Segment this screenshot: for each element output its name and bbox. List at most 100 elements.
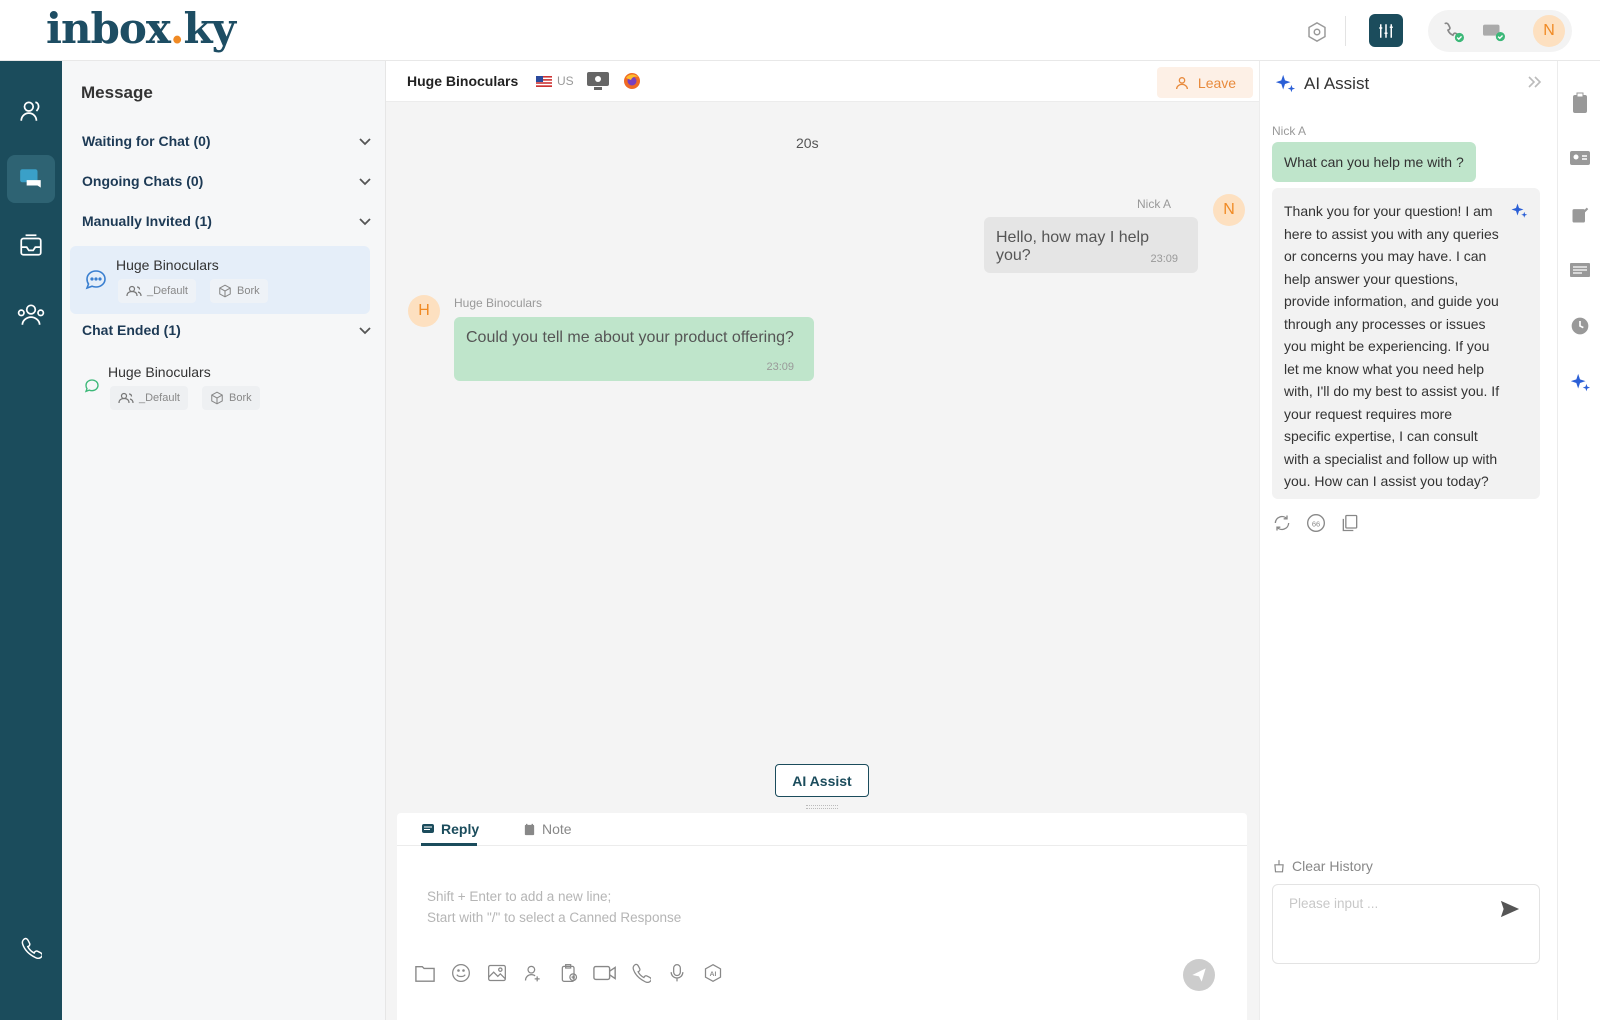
refresh-icon[interactable] [1272, 513, 1292, 533]
group-tag: _Default [118, 279, 196, 303]
leave-button[interactable]: Leave [1157, 67, 1253, 98]
sparkle-icon[interactable] [1510, 202, 1528, 220]
chevron-down-icon [359, 178, 371, 186]
section-label: Chat Ended (1) [82, 322, 181, 338]
collapse-icon[interactable] [1527, 75, 1543, 94]
copy-icon[interactable] [1340, 513, 1360, 533]
cube-icon [211, 391, 223, 405]
history-icon[interactable] [1568, 314, 1592, 338]
agent-avatar: N [1213, 194, 1245, 226]
chat-header: Huge Binoculars US Leave [386, 61, 1259, 102]
visitor-avatar: H [408, 295, 440, 327]
microphone-icon[interactable] [665, 961, 689, 985]
svg-text:66: 66 [1312, 519, 1320, 528]
nav-inbox[interactable] [7, 221, 55, 269]
chat-status-icon[interactable] [1480, 20, 1508, 44]
chevron-down-icon [359, 327, 371, 335]
reply-icon [422, 824, 434, 833]
ai-answer[interactable]: Thank you for your question! I am here t… [1272, 188, 1540, 499]
chat-list-item[interactable]: Huge Binoculars _Default Bork [70, 354, 370, 422]
broom-icon [1274, 860, 1284, 873]
chat-timer: 20s [796, 135, 819, 151]
tab-reply[interactable]: Reply [421, 821, 479, 837]
ai-assist-button[interactable]: AI Assist [775, 764, 869, 797]
brand-tag: Bork [210, 279, 268, 303]
video-call-icon[interactable] [593, 961, 617, 985]
user-avatar[interactable]: N [1533, 15, 1565, 47]
person-icon [1175, 76, 1188, 89]
nav-contacts[interactable] [7, 87, 55, 135]
ai-assist-panel: AI Assist Nick A What can you help me wi… [1259, 61, 1557, 1020]
visitor-name: Huge Binoculars [454, 296, 543, 310]
image-icon[interactable] [485, 961, 509, 985]
nav-team[interactable] [7, 291, 55, 339]
clipboard-icon[interactable] [1568, 91, 1592, 115]
group-icon [126, 285, 142, 297]
composer-toolbar: AI [413, 961, 725, 985]
sparkle-icon[interactable] [1568, 371, 1592, 395]
tab-note[interactable]: Note [523, 821, 572, 837]
emoji-icon[interactable] [449, 961, 473, 985]
send-icon[interactable] [1499, 899, 1521, 919]
composer-tabs: Reply Note [397, 813, 1247, 846]
resize-handle[interactable] [806, 805, 838, 809]
note-icon [524, 823, 535, 835]
header-divider [1345, 16, 1346, 46]
ai-user-label: Nick A [1272, 124, 1307, 138]
chat-main: Huge Binoculars US Leave 20s Nick A N He… [386, 61, 1259, 1020]
chat-icon [20, 169, 41, 188]
agent-message: Hello, how may I help you? 23:09 [984, 217, 1198, 273]
controls-button[interactable] [1369, 14, 1403, 47]
desktop-os-icon [587, 72, 609, 90]
voice-call-icon[interactable] [629, 961, 653, 985]
section-invited[interactable]: Manually Invited (1) [82, 206, 372, 236]
chat-list-panel: Message Waiting for Chat (0) Ongoing Cha… [62, 61, 386, 1020]
chat-visitor-name: Huge Binoculars [108, 364, 211, 380]
group-tag: _Default [110, 386, 188, 410]
settings-icon[interactable] [1305, 20, 1329, 44]
chat-bubble-icon [84, 379, 99, 393]
section-ended[interactable]: Chat Ended (1) [82, 315, 372, 345]
edit-icon[interactable] [1568, 203, 1592, 227]
ai-question: What can you help me with ? [1272, 142, 1476, 182]
ai-icon[interactable]: AI [701, 961, 725, 985]
visitor-country: US [536, 74, 574, 88]
section-ongoing[interactable]: Ongoing Chats (0) [82, 166, 372, 196]
contact-card-icon[interactable] [1568, 146, 1592, 170]
chat-bubble-icon [85, 270, 106, 290]
person-icon [20, 101, 40, 121]
group-icon [118, 392, 134, 404]
top-header: inbox.ky N [0, 0, 1600, 61]
ai-panel-title: AI Assist [1304, 74, 1370, 93]
phone-icon [21, 937, 42, 959]
ai-input-field[interactable]: Please input ... [1272, 884, 1540, 964]
list-title: Message [81, 83, 153, 102]
section-label: Waiting for Chat (0) [82, 133, 211, 149]
app-logo[interactable]: inbox.ky [46, 4, 236, 53]
section-label: Ongoing Chats (0) [82, 173, 204, 189]
message-input[interactable]: Shift + Enter to add a new line; Start w… [427, 886, 681, 928]
agent-name: Nick A [1136, 197, 1171, 211]
chat-visitor-title: Huge Binoculars [407, 73, 519, 89]
nav-messages[interactable] [7, 155, 55, 203]
sparkle-icon [1275, 74, 1296, 93]
attach-file-icon[interactable] [413, 961, 437, 985]
sliders-icon [1379, 23, 1393, 38]
ai-input-placeholder: Please input ... [1289, 896, 1379, 911]
phone-status-icon[interactable] [1440, 20, 1466, 44]
send-icon [1192, 968, 1206, 982]
section-label: Manually Invited (1) [82, 213, 212, 229]
chat-visitor-name: Huge Binoculars [116, 257, 219, 273]
message-text: Could you tell me about your product off… [466, 329, 794, 346]
transfer-user-icon[interactable] [521, 961, 545, 985]
chat-list-item[interactable]: Huge Binoculars _Default Bork [70, 246, 370, 314]
ai-answer-actions: 66 [1272, 513, 1360, 533]
clear-history-button[interactable]: Clear History [1272, 858, 1373, 874]
document-icon[interactable] [1568, 258, 1592, 282]
nav-phone[interactable] [7, 924, 55, 972]
quote-icon[interactable]: 66 [1306, 513, 1326, 533]
section-waiting[interactable]: Waiting for Chat (0) [82, 126, 372, 156]
send-button[interactable] [1183, 959, 1215, 991]
chevron-down-icon [359, 218, 371, 226]
clipboard-add-icon[interactable] [557, 961, 581, 985]
